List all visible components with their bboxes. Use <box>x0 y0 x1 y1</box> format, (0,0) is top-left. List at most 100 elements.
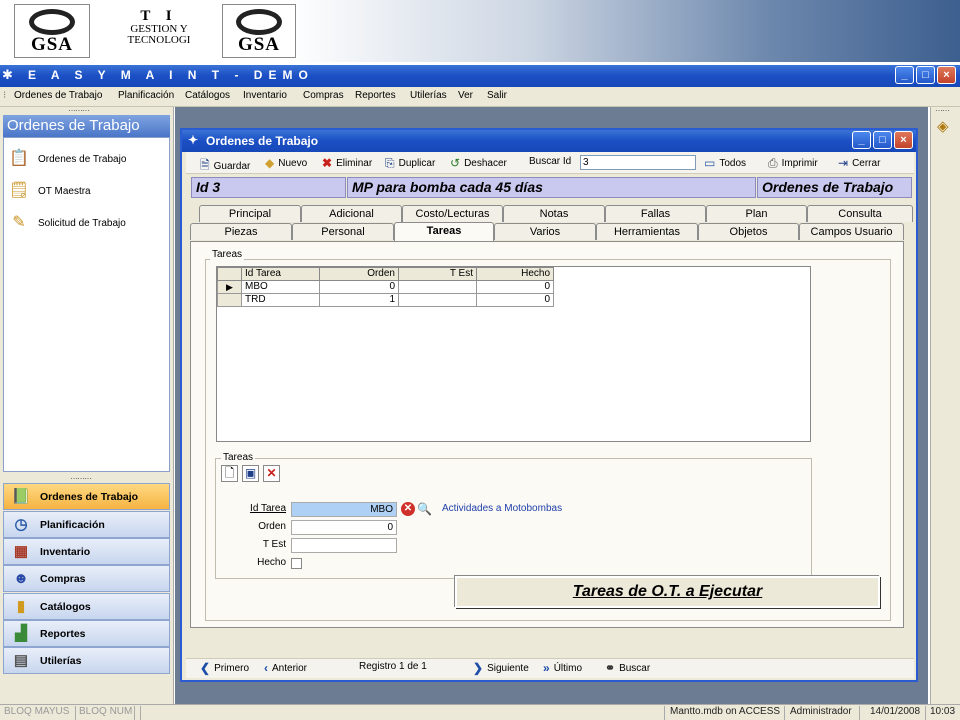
menu-planificacion[interactable]: Planificación <box>118 90 174 101</box>
nuevo-label: Nuevo <box>278 157 308 169</box>
caps-lock-status: BLOQ MAYUS <box>4 706 70 717</box>
grip-icon[interactable]: ⋯⋯⋯ <box>70 474 92 483</box>
nav-catalogos[interactable]: ▮ Catálogos <box>3 593 170 620</box>
anterior-button[interactable]: ‹ Anterior <box>264 661 307 675</box>
duplicar-button[interactable]: ⎘ Duplicar <box>385 156 435 171</box>
siguiente-button[interactable]: ❯ Siguiente <box>473 661 529 675</box>
tab-consulta[interactable]: Consulta <box>807 205 913 222</box>
first-icon: ❮ <box>200 661 211 675</box>
deshacer-button[interactable]: ↺ Deshacer <box>450 156 507 170</box>
col-t-est[interactable]: T Est <box>398 267 477 281</box>
left-panel-list: 📋 Ordenes de Trabajo 🗒 OT Maestra ✎ Soli… <box>3 137 170 472</box>
col-orden[interactable]: Orden <box>319 267 399 281</box>
menu-inventario[interactable]: Inventario <box>243 90 287 101</box>
ultimo-button[interactable]: » Último <box>543 661 582 675</box>
grip-icon[interactable]: ⋯⋯⋯ <box>68 106 90 115</box>
child-minimize-button[interactable]: _ <box>852 131 871 149</box>
nav-ordenes[interactable]: 📗 Ordenes de Trabajo <box>3 483 170 510</box>
eliminar-button[interactable]: ✖ Eliminar <box>322 156 372 170</box>
book-icon: 📗 <box>11 487 31 505</box>
cell-t-est[interactable] <box>398 293 477 307</box>
nav-label: Compras <box>40 572 86 585</box>
tab-notas[interactable]: Notas <box>503 205 605 222</box>
todos-button[interactable]: ▭ Todos <box>704 156 746 170</box>
tab-tareas[interactable]: Tareas <box>394 222 494 241</box>
cerrar-button[interactable]: ⇥ Cerrar <box>838 156 880 170</box>
menu-salir[interactable]: Salir <box>487 90 507 101</box>
orden-input[interactable]: 0 <box>291 520 397 535</box>
child-close-button[interactable]: × <box>894 131 913 149</box>
row-selector[interactable] <box>217 293 242 307</box>
tab-plan[interactable]: Plan <box>706 205 807 222</box>
nav-planificacion[interactable]: ◷ Planificación <box>3 511 170 538</box>
save-record-button[interactable]: ▣ <box>242 465 259 482</box>
nav-utilerias[interactable]: ▤ Utilerías <box>3 647 170 674</box>
maximize-button[interactable]: □ <box>916 66 935 84</box>
cell-orden[interactable]: 1 <box>319 293 399 307</box>
guardar-button[interactable]: 🗎 Guardar <box>200 156 250 177</box>
minimize-button[interactable]: _ <box>895 66 914 84</box>
close-button[interactable]: × <box>937 66 956 84</box>
user-status: Administrador <box>790 706 852 717</box>
tab-piezas[interactable]: Piezas <box>190 223 292 240</box>
child-maximize-button[interactable]: □ <box>873 131 892 149</box>
tab-herramientas[interactable]: Herramientas <box>596 223 698 240</box>
tareas-grid[interactable]: Id Tarea Orden T Est Hecho ▶ MBO 0 0 TRD… <box>216 266 811 442</box>
search-id-input[interactable]: 3 <box>580 155 696 170</box>
t-est-input[interactable] <box>291 538 397 553</box>
tab-adicional[interactable]: Adicional <box>301 205 402 222</box>
tab-campos-usuario[interactable]: Campos Usuario <box>799 223 904 240</box>
menu-compras[interactable]: Compras <box>303 90 344 101</box>
buscar-id-text: Buscar Id <box>529 156 572 167</box>
hecho-checkbox[interactable] <box>291 558 302 569</box>
table-row[interactable]: TRD 1 0 <box>217 293 554 307</box>
table-row[interactable]: ▶ MBO 0 0 <box>217 280 554 294</box>
delete-icon: ✕ <box>266 466 277 480</box>
menu-ver[interactable]: Ver <box>458 90 473 101</box>
list-item-ot-maestra[interactable]: 🗒 OT Maestra <box>8 180 91 202</box>
nav-reportes[interactable]: ▟ Reportes <box>3 620 170 647</box>
nav-label: Planificación <box>40 518 105 531</box>
window-icon: ✦ <box>188 133 199 147</box>
menu-reportes[interactable]: Reportes <box>355 90 396 101</box>
tab-costo-lecturas[interactable]: Costo/Lecturas <box>402 205 503 222</box>
tab-objetos[interactable]: Objetos <box>698 223 799 240</box>
cell-id[interactable]: TRD <box>241 293 320 307</box>
gsa-logo-right: GSA <box>222 4 296 58</box>
list-item-label: Ordenes de Trabajo <box>38 153 127 165</box>
cell-id[interactable]: MBO <box>241 280 320 294</box>
nuevo-button[interactable]: ◆ Nuevo <box>265 156 307 170</box>
nav-inventario[interactable]: ▦ Inventario <box>3 538 170 565</box>
clear-icon[interactable]: ✕ <box>401 502 415 516</box>
clipboard-icon: 📋 <box>9 150 29 167</box>
buscar-button[interactable]: ⚭ Buscar <box>605 661 650 675</box>
cerrar-label: Cerrar <box>852 157 881 169</box>
menu-ordenes[interactable]: Ordenes de Trabajo <box>14 90 102 101</box>
lookup-icon[interactable]: 🔍 <box>417 502 432 516</box>
nav-compras[interactable]: ☻ Compras <box>3 565 170 592</box>
tab-principal[interactable]: Principal <box>199 205 301 222</box>
list-item-solicitud[interactable]: ✎ Solicitud de Trabajo <box>8 212 126 234</box>
cell-hecho[interactable]: 0 <box>476 280 554 294</box>
menu-catalogos[interactable]: Catálogos <box>185 90 230 101</box>
tab-varios[interactable]: Varios <box>494 223 596 240</box>
col-id-tarea[interactable]: Id Tarea <box>241 267 320 281</box>
delete-record-button[interactable]: ✕ <box>263 465 280 482</box>
grip-icon[interactable]: ⋯⋯ <box>935 106 950 115</box>
id-tarea-input[interactable]: MBO <box>291 502 397 517</box>
cell-hecho[interactable]: 0 <box>476 293 554 307</box>
imprimir-button[interactable]: ⎙ Imprimir <box>768 156 818 171</box>
cell-t-est[interactable] <box>398 280 477 294</box>
tag-icon[interactable]: ◈ <box>937 117 949 135</box>
cell-orden[interactable]: 0 <box>319 280 399 294</box>
tab-fallas[interactable]: Fallas <box>605 205 706 222</box>
col-hecho[interactable]: Hecho <box>476 267 554 281</box>
tab-personal[interactable]: Personal <box>292 223 394 240</box>
primero-button[interactable]: ❮ Primero <box>200 661 249 675</box>
new-record-button[interactable]: 🗋 <box>221 465 238 482</box>
menu-utilerias[interactable]: Utilerías <box>410 90 447 101</box>
list-item-ordenes[interactable]: 📋 Ordenes de Trabajo <box>8 148 126 170</box>
task-description: Actividades a Motobombas <box>442 503 563 514</box>
eliminar-label: Eliminar <box>336 157 373 169</box>
anterior-label: Anterior <box>272 662 308 674</box>
